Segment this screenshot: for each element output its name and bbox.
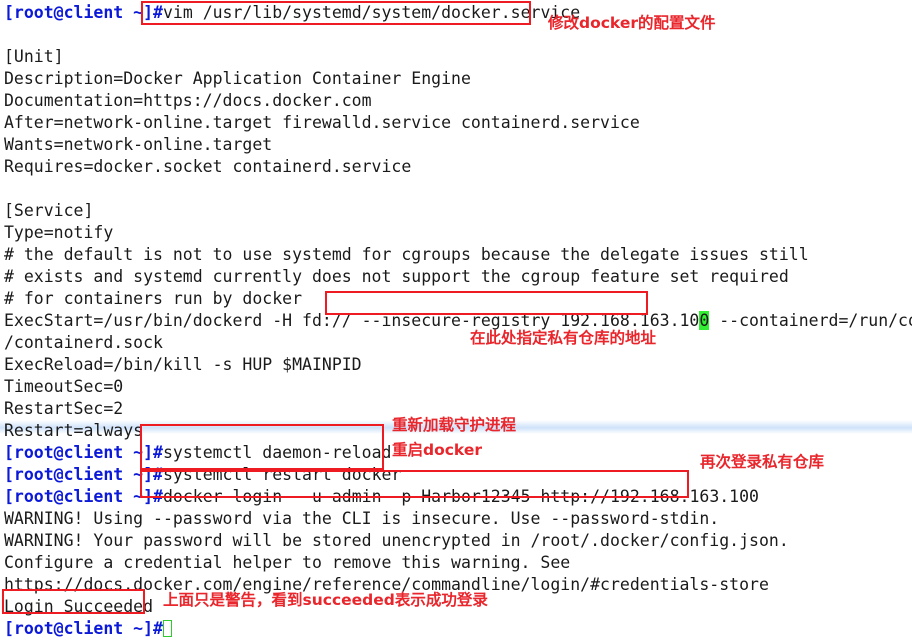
terminal-line: Requires=docker.socket containerd.servic… bbox=[4, 157, 412, 176]
terminal-line: ExecReload=/bin/kill -s HUP $MAINPID bbox=[4, 355, 362, 374]
terminal-line: Documentation=https://docs.docker.com bbox=[4, 91, 372, 110]
shell-prompt: [root@client ~] bbox=[4, 443, 154, 462]
shell-prompt: [root@client ~] bbox=[4, 619, 154, 638]
command-text: vim /usr/lib/systemd/system/docker.servi… bbox=[162, 3, 581, 22]
terminal-line: Configure a credential helper to remove … bbox=[4, 553, 571, 572]
note-modify-config: 修改docker的配置文件 bbox=[548, 14, 716, 32]
terminal-line: Wants=network-online.target bbox=[4, 135, 273, 154]
terminal-line: [root@client ~]#systemctl daemon-reload bbox=[4, 442, 391, 464]
terminal-line: # exists and systemd currently does not … bbox=[4, 267, 789, 286]
command-text: systemctl daemon-reload bbox=[162, 443, 392, 462]
note-warning-explain: 上面只是警告，看到succeeded表示成功登录 bbox=[163, 591, 488, 609]
terminal-line-execstart: ExecStart=/usr/bin/dockerd -H fd:// --in… bbox=[4, 310, 912, 332]
note-restart-docker: 重启docker bbox=[392, 441, 482, 459]
terminal-line: # for containers run by docker bbox=[4, 289, 303, 308]
terminal-line: Type=notify bbox=[4, 223, 114, 242]
terminal-line: /containerd.sock bbox=[4, 333, 163, 352]
command-text: docker login -u admin -p Harbor12345 htt… bbox=[162, 487, 759, 506]
terminal-line: RestartSec=2 bbox=[4, 399, 124, 418]
terminal-line: [Unit] bbox=[4, 47, 64, 66]
terminal-cursor bbox=[162, 620, 172, 637]
terminal-line: WARNING! Using --password via the CLI is… bbox=[4, 509, 720, 528]
command-text: systemctl restart docker bbox=[162, 465, 402, 484]
terminal-line-final-prompt: [root@client ~]# bbox=[4, 618, 172, 640]
terminal-line: Description=Docker Application Container… bbox=[4, 69, 471, 88]
terminal-line: [Service] bbox=[4, 201, 94, 220]
shell-prompt: [root@client ~] bbox=[4, 487, 154, 506]
note-specify-registry: 在此处指定私有仓库的地址 bbox=[470, 329, 657, 347]
terminal-screenshot: [root@client ~]#vim /usr/lib/systemd/sys… bbox=[0, 0, 912, 643]
prompt-hash: # bbox=[153, 465, 163, 484]
terminal-line: [root@client ~]#systemctl restart docker bbox=[4, 464, 401, 486]
terminal-line: [root@client ~]#docker login -u admin -p… bbox=[4, 486, 759, 508]
prompt-hash: # bbox=[153, 3, 163, 22]
terminal-line: After=network-online.target firewalld.se… bbox=[4, 113, 640, 132]
note-login-again: 再次登录私有仓库 bbox=[700, 453, 825, 471]
terminal-line: TimeoutSec=0 bbox=[4, 377, 124, 396]
execstart-suffix: --containerd=/run/containerd bbox=[719, 311, 912, 330]
terminal-line: # the default is not to use systemd for … bbox=[4, 245, 809, 264]
note-reload-daemon: 重新加载守护进程 bbox=[392, 416, 517, 434]
terminal-line: Restart=always bbox=[4, 421, 144, 440]
prompt-hash: # bbox=[153, 487, 163, 506]
terminal-line: Login Succeeded bbox=[4, 597, 154, 616]
terminal-line: WARNING! Your password will be stored un… bbox=[4, 531, 789, 550]
shell-prompt: [root@client ~] bbox=[4, 3, 154, 22]
shell-prompt: [root@client ~] bbox=[4, 465, 154, 484]
vim-cursor-block: 0 bbox=[699, 311, 710, 330]
prompt-hash: # bbox=[153, 619, 163, 638]
terminal-line: [root@client ~]#vim /usr/lib/systemd/sys… bbox=[4, 2, 580, 24]
prompt-hash: # bbox=[153, 443, 163, 462]
